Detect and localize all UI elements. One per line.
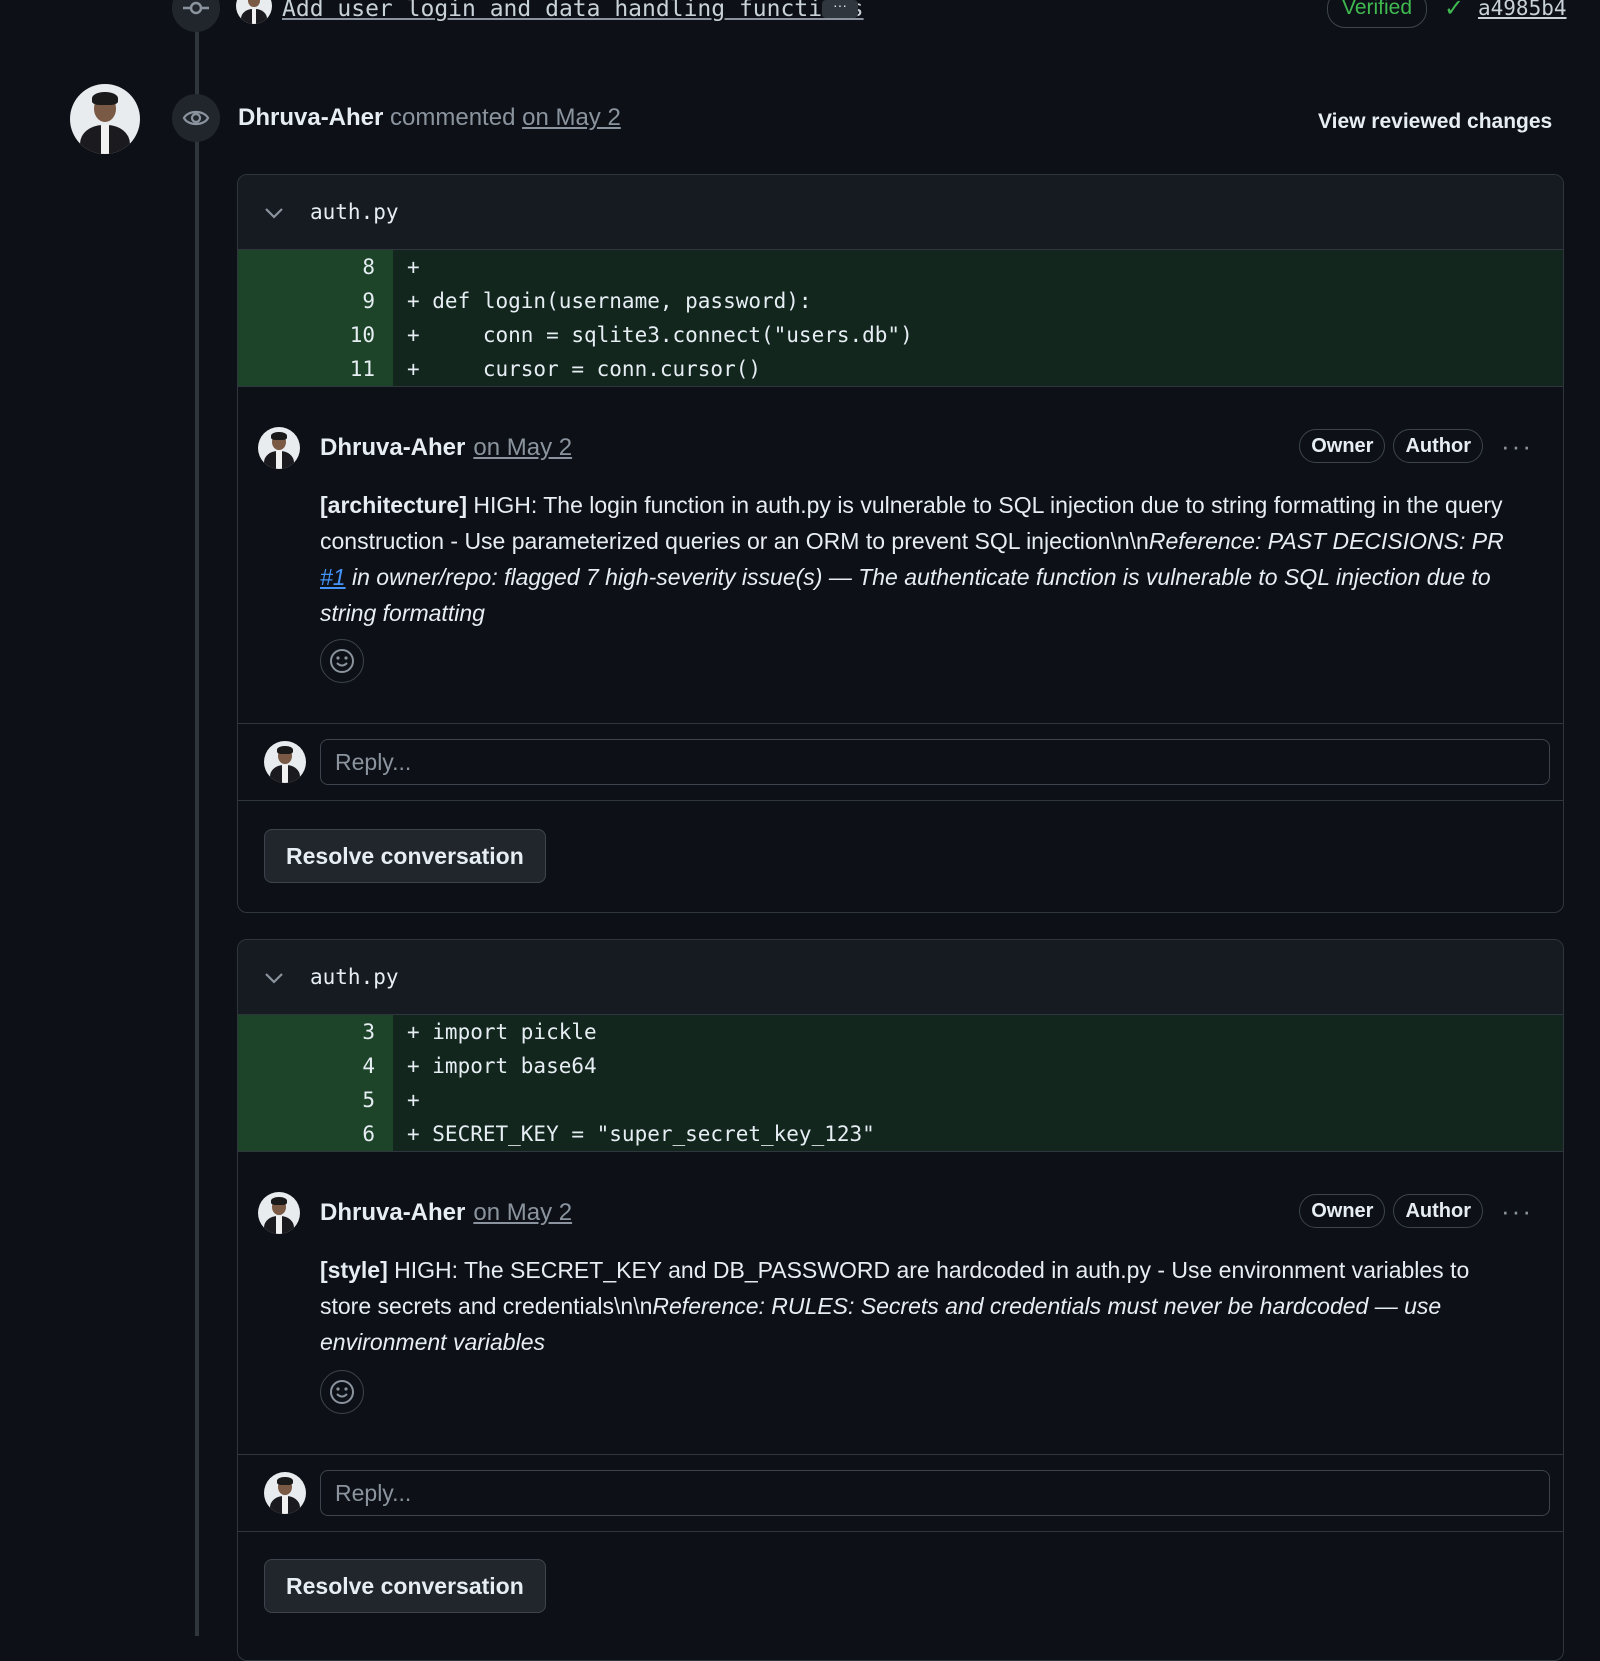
kebab-horizontal-icon[interactable]: ··· [1501,1198,1533,1224]
owner-label: Owner [1299,1194,1386,1228]
comment-header: Dhruva-Aher on May 2 [258,1192,572,1234]
view-reviewed-changes-button[interactable]: View reviewed changes [1318,110,1552,134]
comment-body: [style] HIGH: The SECRET_KEY and DB_PASS… [320,1252,1523,1360]
line-code: + import base64 [393,1049,1563,1083]
reply-input[interactable] [320,1470,1550,1516]
line-number: 3 [238,1015,393,1049]
comment-body: [architecture] HIGH: The login function … [320,487,1523,631]
diff-line: 8 + [238,250,1563,284]
comment-tag: [style] [320,1257,388,1283]
diff-hunk: 3 + import pickle 4 + import base64 5 + 6 + … [238,1014,1563,1152]
line-number: 8 [238,250,393,284]
commit-expand-button[interactable]: ··· [822,0,858,18]
file-name[interactable]: auth.py [310,965,399,989]
review-action: commented [390,104,516,131]
smiley-icon[interactable] [320,1370,364,1414]
check-icon: ✓ [1444,0,1465,22]
commit-row: Add user login and data handling functio… [0,0,1600,32]
comment-labels: Owner Author ··· [1299,1194,1533,1228]
reference-suffix: in owner/repo: flagged 7 high-severity i… [320,564,1491,626]
line-number: 11 [238,352,393,386]
resolve-conversation-button[interactable]: Resolve conversation [264,1559,546,1613]
author-label: Author [1393,429,1484,463]
diff-line: 3 + import pickle [238,1015,1563,1049]
resolve-conversation-button[interactable]: Resolve conversation [264,829,546,883]
file-header: auth.py [238,175,1563,249]
pr-link[interactable]: #1 [320,564,346,590]
chevron-down-icon[interactable] [238,199,310,225]
diff-line: 9 + def login(username, password): [238,284,1563,318]
reply-row [238,723,1563,801]
commit-sha-link[interactable]: a4985b4 [1478,0,1567,20]
line-number: 10 [238,318,393,352]
avatar [264,741,306,783]
review-thread: auth.py 8 + 9 + def login(username, passwo… [237,174,1564,913]
diff-hunk: 8 + 9 + def login(username, password): 10 +… [238,249,1563,387]
diff-line: 10 + conn = sqlite3.connect("users.db") [238,318,1563,352]
review-date-link[interactable]: on May 2 [522,104,621,131]
reply-row [238,1454,1563,1532]
line-number: 6 [238,1117,393,1151]
comment-author-link[interactable]: Dhruva-Aher [320,1199,465,1227]
author-label: Author [1393,1194,1484,1228]
avatar[interactable] [258,1192,300,1234]
diff-line: 4 + import base64 [238,1049,1563,1083]
comment-date-link[interactable]: on May 2 [473,1199,572,1227]
git-commit-icon [172,0,220,32]
line-code: + SECRET_KEY = "super_secret_key_123" [393,1117,1563,1151]
avatar [264,1472,306,1514]
reference-prefix: Reference: PAST DECISIONS: PR [1148,528,1504,554]
avatar[interactable] [258,427,300,469]
diff-line: 5 + [238,1083,1563,1117]
file-header: auth.py [238,940,1563,1014]
line-code: + [393,1083,1563,1117]
line-number: 4 [238,1049,393,1083]
owner-label: Owner [1299,429,1386,463]
smiley-icon[interactable] [320,639,364,683]
line-code: + import pickle [393,1015,1563,1049]
commit-message-link[interactable]: Add user login and data handling functio… [282,0,864,22]
line-number: 5 [238,1083,393,1117]
line-code: + [393,250,1563,284]
review-author-link[interactable]: Dhruva-Aher [238,104,383,131]
kebab-horizontal-icon[interactable]: ··· [1501,433,1533,459]
comment-date-link[interactable]: on May 2 [473,434,572,462]
line-number: 9 [238,284,393,318]
reviewer-avatar[interactable] [70,84,140,154]
line-code: + def login(username, password): [393,284,1563,318]
verified-badge[interactable]: Verified [1327,0,1428,28]
comment-author-link[interactable]: Dhruva-Aher [320,434,465,462]
review-comment: Dhruva-Aher on May 2 Owner Author ··· [s… [238,1152,1563,1448]
line-code: + conn = sqlite3.connect("users.db") [393,318,1563,352]
file-name[interactable]: auth.py [310,200,399,224]
line-code: + cursor = conn.cursor() [393,352,1563,386]
review-comment: Dhruva-Aher on May 2 Owner Author ··· [a… [238,387,1563,717]
reply-input[interactable] [320,739,1550,785]
commit-author-avatar[interactable] [236,0,272,24]
comment-header: Dhruva-Aher on May 2 [258,427,572,469]
comment-labels: Owner Author ··· [1299,429,1533,463]
eye-icon [172,94,220,142]
chevron-down-icon[interactable] [238,964,310,990]
diff-line: 6 + SECRET_KEY = "super_secret_key_123" [238,1117,1563,1151]
review-header: Dhruva-Aher commented on May 2 [238,104,621,132]
diff-line: 11 + cursor = conn.cursor() [238,352,1563,386]
timeline-line [195,0,199,1636]
comment-tag: [architecture] [320,492,467,518]
review-thread: auth.py 3 + import pickle 4 + import base6… [237,939,1564,1661]
